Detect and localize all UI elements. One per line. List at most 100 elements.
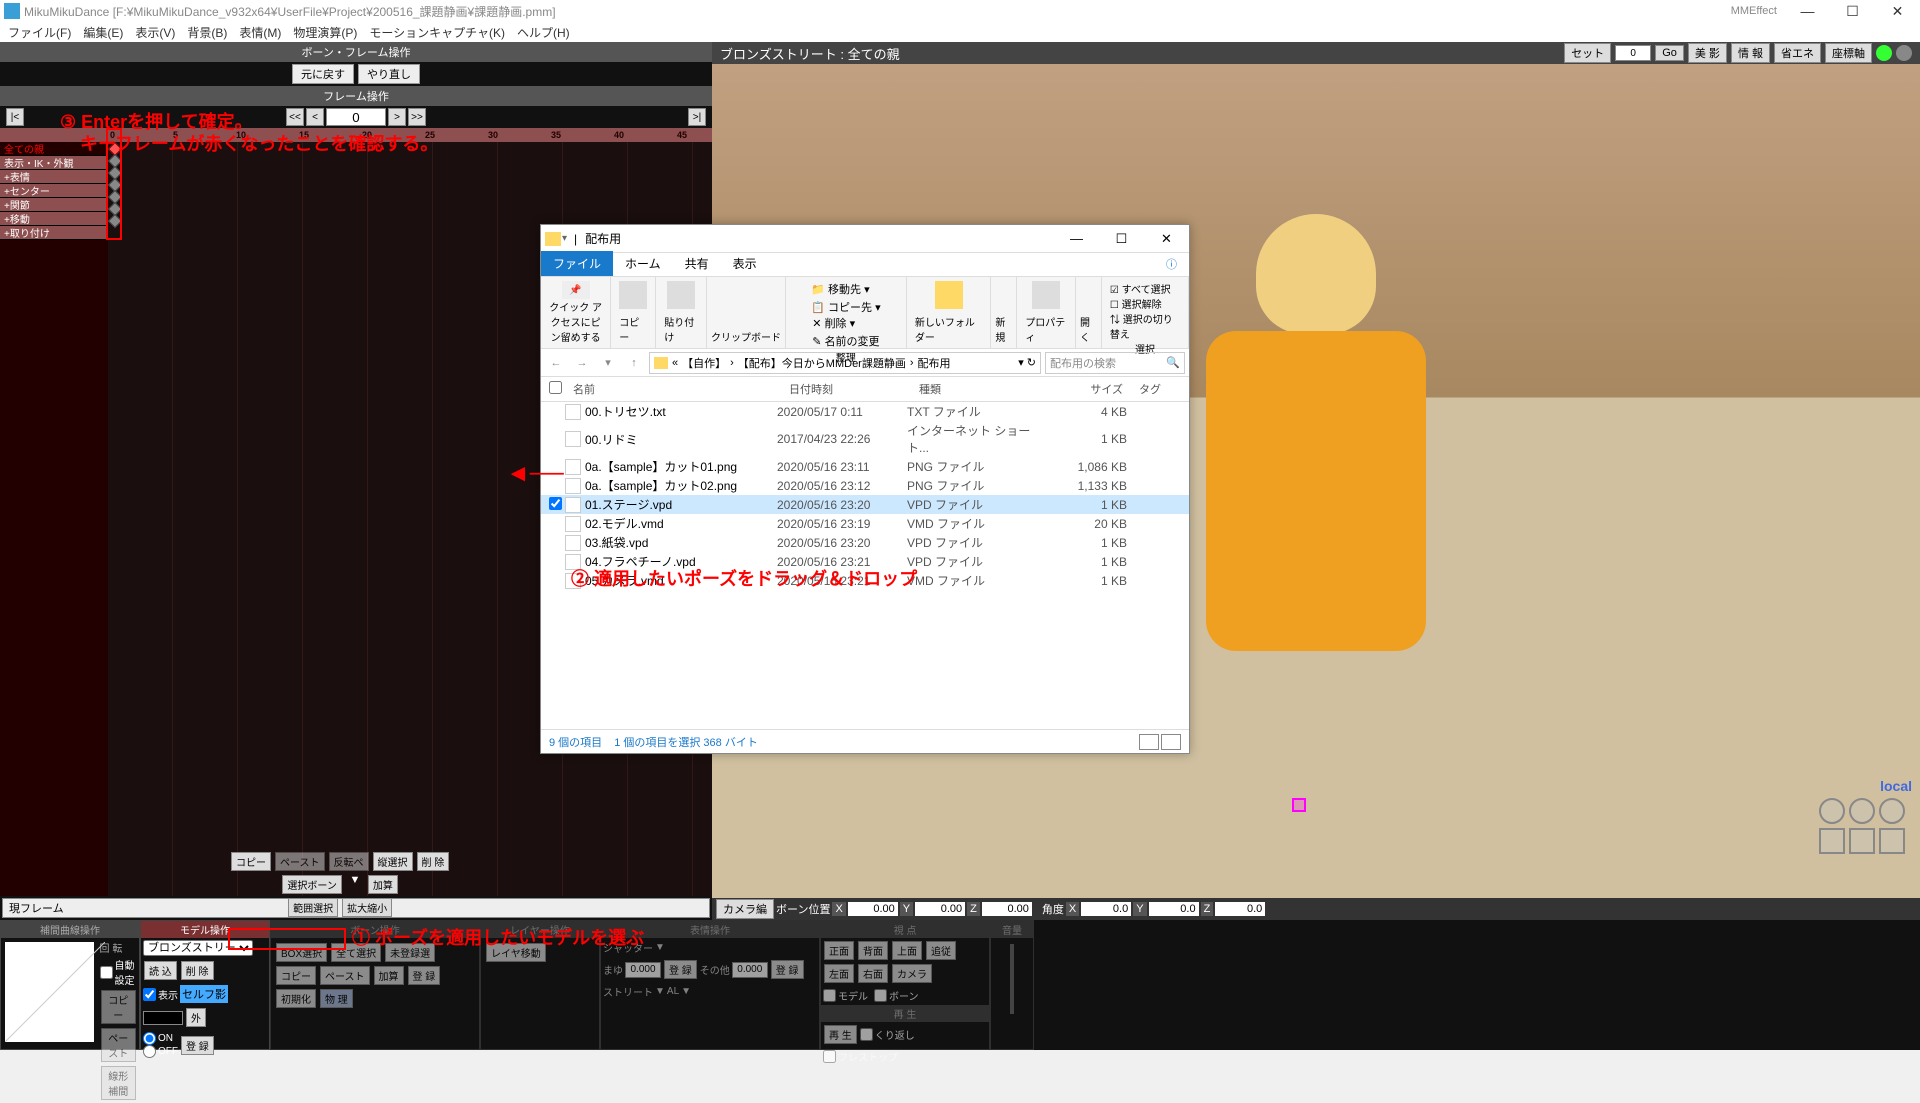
selall-button[interactable]: ☑ すべて選択: [1110, 281, 1171, 296]
maximize-button[interactable]: ☐: [1830, 0, 1875, 22]
curve-editor[interactable]: [5, 942, 94, 1042]
menu-mocap[interactable]: モーションキャプチャ(K): [369, 24, 505, 41]
menu-view[interactable]: 表示(V): [135, 24, 175, 41]
track-label[interactable]: +移動: [0, 212, 108, 226]
col-date[interactable]: 日付時刻: [781, 377, 911, 401]
show-checkbox[interactable]: [143, 988, 156, 1001]
rotate-y-icon[interactable]: [1849, 798, 1875, 824]
model-delete-button[interactable]: 削 除: [181, 961, 214, 980]
help-icon[interactable]: ⓘ: [1154, 252, 1189, 276]
physics-button[interactable]: 物 理: [320, 989, 353, 1008]
framestop-checkbox[interactable]: [823, 1050, 836, 1063]
file-row[interactable]: 00.トリセツ.txt2020/05/17 0:11TXT ファイル4 KB: [541, 402, 1189, 421]
menu-file[interactable]: ファイル(F): [8, 24, 71, 41]
selbone-button[interactable]: 選択ボーン: [282, 875, 342, 894]
ang-y-value[interactable]: 0.0: [1149, 902, 1199, 916]
shadow-button[interactable]: 美 影: [1688, 43, 1727, 63]
col-size[interactable]: サイズ: [1051, 377, 1131, 401]
camview-button[interactable]: カメラ: [892, 964, 932, 983]
pos-z-value[interactable]: 0.00: [982, 902, 1032, 916]
file-tab[interactable]: ファイル: [541, 251, 613, 276]
init-button[interactable]: 初期化: [276, 989, 316, 1008]
bone-reg-button[interactable]: 登 録: [408, 966, 441, 985]
undo-button[interactable]: 元に戻す: [292, 64, 354, 84]
add-button[interactable]: 加算: [374, 966, 404, 985]
bone-paste-button[interactable]: ペースト: [320, 966, 370, 985]
moveto-button[interactable]: 📁 移動先 ▾: [811, 281, 880, 297]
other-input[interactable]: [732, 962, 768, 978]
track-label[interactable]: +関節: [0, 198, 108, 212]
color-swatch[interactable]: [143, 1011, 183, 1025]
zoom-button[interactable]: 拡大縮小: [342, 898, 392, 917]
rib-delete-button[interactable]: ✕ 削除 ▾: [812, 315, 879, 331]
minimize-button[interactable]: —: [1785, 0, 1830, 22]
pin-icon[interactable]: 📌: [562, 281, 590, 299]
rotate-x-icon[interactable]: [1819, 798, 1845, 824]
file-checkbox[interactable]: [549, 497, 562, 510]
frame-last-button[interactable]: >|: [688, 108, 706, 126]
selclear-button[interactable]: ☐ 選択解除: [1110, 296, 1162, 311]
play-button[interactable]: 再 生: [824, 1025, 857, 1044]
selectall-checkbox[interactable]: [549, 381, 562, 394]
mayu-reg-button[interactable]: 登 録: [664, 960, 697, 979]
register-button[interactable]: 登 録: [181, 1036, 214, 1055]
exp-minimize-button[interactable]: —: [1054, 225, 1099, 253]
track-label[interactable]: +表情: [0, 170, 108, 184]
history-button[interactable]: ▾: [597, 352, 619, 374]
front-button[interactable]: 正面: [824, 941, 854, 960]
frame-next2-button[interactable]: >>: [408, 108, 426, 126]
load-button[interactable]: 読 込: [144, 961, 177, 980]
repeat-checkbox[interactable]: [860, 1028, 873, 1041]
bone-copy-button[interactable]: コピー: [276, 966, 316, 985]
paste-button[interactable]: ペースト: [275, 852, 325, 871]
view-tab[interactable]: 表示: [721, 251, 769, 276]
eco-button[interactable]: 省エネ: [1774, 43, 1821, 63]
right-button[interactable]: 右面: [858, 964, 888, 983]
file-row[interactable]: 01.ステージ.vpd2020/05/16 23:20VPD ファイル1 KB: [541, 495, 1189, 514]
frame-first-button[interactable]: |<: [6, 108, 24, 126]
forward-button[interactable]: →: [571, 352, 593, 374]
plus-icon[interactable]: [1876, 45, 1892, 61]
file-row[interactable]: 0a.【sample】カット01.png2020/05/16 23:11PNG …: [541, 457, 1189, 476]
copy-button[interactable]: コピー: [231, 852, 271, 871]
track-label[interactable]: +センター: [0, 184, 108, 198]
pos-y-value[interactable]: 0.00: [915, 902, 965, 916]
track-label[interactable]: +取り付け: [0, 226, 108, 240]
range-button[interactable]: 範囲選択: [288, 898, 338, 917]
frame-next-button[interactable]: >: [388, 108, 406, 126]
volume-slider[interactable]: [1010, 944, 1014, 1014]
follow-button[interactable]: 追従: [926, 941, 956, 960]
copyto-button[interactable]: 📋 コピー先 ▾: [811, 299, 880, 315]
reverse-button[interactable]: 反転ペ: [329, 852, 369, 871]
top-button[interactable]: 上面: [892, 941, 922, 960]
newfolder-icon[interactable]: [935, 281, 963, 309]
outer-button[interactable]: 外: [186, 1008, 206, 1027]
info-button[interactable]: 情 報: [1731, 43, 1770, 63]
frame-prev-button[interactable]: <: [306, 108, 324, 126]
frame-prev2-button[interactable]: <<: [286, 108, 304, 126]
bone-handle-icon[interactable]: [1292, 798, 1306, 812]
file-row[interactable]: 02.モデル.vmd2020/05/16 23:19VMD ファイル20 KB: [541, 514, 1189, 533]
menu-bg[interactable]: 背景(B): [187, 24, 227, 41]
frame-input[interactable]: [326, 108, 386, 126]
address-bar[interactable]: « 【自作】› 【配布】今日からMMDer課題静画› 配布用 ▾ ↻: [649, 352, 1041, 374]
track-label[interactable]: 表示・IK・外観: [0, 156, 108, 170]
calc-button[interactable]: 加算: [368, 875, 398, 894]
exp-close-button[interactable]: ✕: [1144, 225, 1189, 253]
camera-mode-button[interactable]: カメラ編: [716, 899, 774, 919]
move-x-icon[interactable]: [1819, 828, 1845, 854]
exp-maximize-button[interactable]: ☐: [1099, 225, 1144, 253]
off-radio[interactable]: [143, 1045, 156, 1058]
move-y-icon[interactable]: [1849, 828, 1875, 854]
on-radio[interactable]: [143, 1032, 156, 1045]
selfshadow-label[interactable]: セルフ影: [180, 985, 228, 1003]
share-tab[interactable]: 共有: [673, 251, 721, 276]
selinv-button[interactable]: ⇅ 選択の切り替え: [1110, 311, 1180, 341]
back-button[interactable]: ←: [545, 352, 567, 374]
coord-button[interactable]: 座標軸: [1825, 43, 1872, 63]
linear-button[interactable]: 線形補間: [101, 1066, 136, 1100]
delete-button[interactable]: 削 除: [417, 852, 450, 871]
set-button[interactable]: セット: [1564, 43, 1611, 63]
file-row[interactable]: 00.リドミ2017/04/23 22:26インターネット ショート...1 K…: [541, 421, 1189, 457]
rename-button[interactable]: ✎ 名前の変更: [812, 333, 879, 349]
